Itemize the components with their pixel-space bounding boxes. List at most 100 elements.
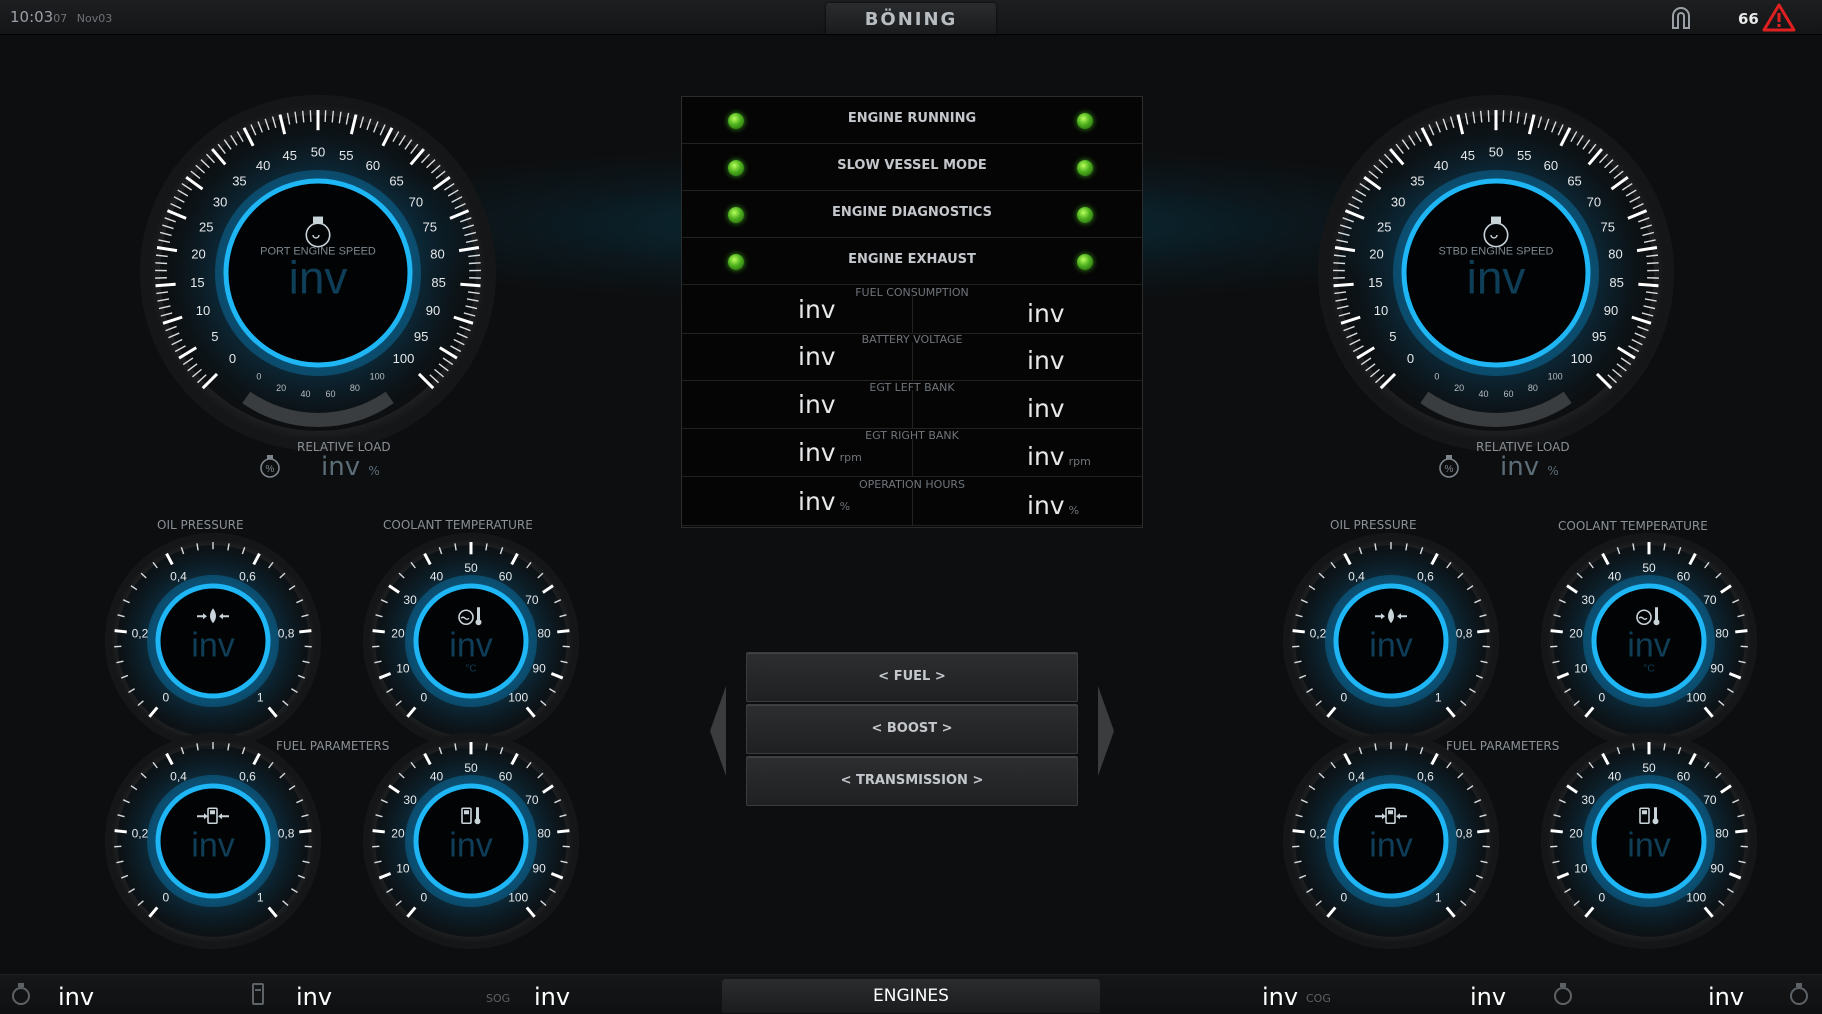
gauge-tick-label: 40 <box>430 769 444 783</box>
fuel-pump-icon <box>246 980 272 1008</box>
data-row: EGT RIGHT BANK invrpm invrpm <box>682 428 1142 477</box>
gauge-tick-label: 70 <box>525 593 539 607</box>
gauge-tick-label: 10 <box>196 303 210 318</box>
gauge-major-tick <box>1477 831 1489 832</box>
gauge-tick-label: 0,2 <box>132 827 149 841</box>
gauge-major-tick <box>1293 631 1305 632</box>
gauge-major-tick <box>1477 631 1489 632</box>
gauge-major-tick <box>1551 831 1563 832</box>
warning-triangle-icon[interactable] <box>1762 2 1796 32</box>
gauge-tick-label: 45 <box>283 148 297 163</box>
gauge-value: inv <box>191 626 234 664</box>
load-unit: % <box>368 464 379 478</box>
gauge-major-tick <box>557 831 569 832</box>
value-unit: rpm <box>1069 455 1091 468</box>
alarm-count[interactable]: 66 <box>1738 10 1759 28</box>
gauge-tick-label: 0,8 <box>278 627 295 641</box>
transmission-button[interactable]: < TRANSMISSION > <box>746 756 1078 806</box>
gauge-tick-label: 15 <box>1368 275 1382 290</box>
data-row: FUEL CONSUMPTION inv inv <box>682 285 1142 334</box>
gauge-tick-label: 20 <box>1569 827 1583 841</box>
gauge-tick-label: 80 <box>1608 247 1622 262</box>
engine-status-panel: ENGINE RUNNING SLOW VESSEL MODE ENGINE D… <box>681 96 1143 528</box>
gauge-tick-label: 85 <box>1609 275 1623 290</box>
gauge-tick-label: 70 <box>1703 593 1717 607</box>
stbd-status-led <box>1077 113 1093 129</box>
gauge-minor-tick <box>310 110 311 122</box>
gauge-tick-label: 35 <box>1410 174 1424 189</box>
brand-logo: BÖNING <box>826 9 996 30</box>
divider <box>912 487 913 525</box>
gauge-minor-tick <box>1647 263 1659 264</box>
next-page-arrow[interactable] <box>1096 684 1116 778</box>
gauge-value: inv <box>1369 626 1412 664</box>
previous-page-arrow[interactable] <box>708 684 728 778</box>
gauge-value: inv <box>1627 826 1670 864</box>
stbd-coolant-temperature-label: COOLANT TEMPERATURE <box>1558 519 1708 533</box>
stbd-fuel-parameters-label: FUEL PARAMETERS <box>1446 739 1559 753</box>
gauge-tick-label: 0,8 <box>278 827 295 841</box>
gauge-tick-label: 0,2 <box>1310 627 1327 641</box>
gauge-tick-label: 0 <box>162 890 169 904</box>
load-tick-label: 20 <box>276 383 286 393</box>
gauge-tick-label: 95 <box>414 329 428 344</box>
gauge-value: inv <box>449 826 492 864</box>
status-label: ENGINE RUNNING <box>682 111 1142 126</box>
gauge-tick-label: 85 <box>431 275 445 290</box>
gauge-tick-label: 1 <box>257 890 264 904</box>
gauge-tick-label: 50 <box>1642 761 1656 775</box>
status-label: ENGINE DIAGNOSTICS <box>682 205 1142 220</box>
fuel-button[interactable]: < FUEL > <box>746 652 1078 702</box>
value-number: inv <box>1027 394 1065 423</box>
gauge-tick-label: 20 <box>191 247 205 262</box>
gauge-major-tick <box>115 631 127 632</box>
gauge-tick-label: 60 <box>1677 769 1691 783</box>
gauge-tick-label: 70 <box>525 793 539 807</box>
gauge-major-tick <box>299 631 311 632</box>
gauge-unit: °C <box>1643 663 1654 674</box>
gauge-tick-label: 40 <box>430 569 444 583</box>
value-unit: % <box>840 500 850 513</box>
clock-date: Nov03 <box>77 12 112 25</box>
port-relative-load-value: inv % <box>321 452 380 482</box>
data-row: OPERATION HOURS inv% inv% <box>682 477 1142 526</box>
status-row: ENGINE RUNNING <box>682 97 1142 144</box>
load-value-number: inv <box>1500 452 1539 482</box>
gauge-minor-tick <box>1503 110 1504 122</box>
port-data-value: inv <box>798 342 840 371</box>
stbd-status-led <box>1077 254 1093 270</box>
gauge-tick-label: 40 <box>1608 569 1622 583</box>
gauge-tick-label: 60 <box>366 158 380 173</box>
gauge-major-tick <box>460 284 480 286</box>
port-fuel-parameters-label: FUEL PARAMETERS <box>276 739 389 753</box>
gauge-tick-label: 0,4 <box>1348 769 1365 783</box>
value-unit: % <box>1069 504 1079 517</box>
gauge-major-tick <box>115 831 127 832</box>
gauge-tick-label: 50 <box>1489 145 1503 160</box>
gauge-value: inv <box>1467 252 1526 304</box>
gauge-minor-tick <box>325 110 326 122</box>
gauge-tick-label: 95 <box>1592 329 1606 344</box>
divider <box>912 390 913 428</box>
gauge-tick-label: 90 <box>426 303 440 318</box>
gauge-tick-label: 0,2 <box>1310 827 1327 841</box>
boost-button[interactable]: < BOOST > <box>746 704 1078 754</box>
svg-text:%: % <box>1445 464 1454 475</box>
gauge-tick-label: 45 <box>1461 148 1475 163</box>
gauge-value: inv <box>1369 826 1412 864</box>
gauge-tick-label: 70 <box>1587 194 1601 209</box>
gauge-tick-label: 55 <box>339 148 353 163</box>
gauge-tick-label: 80 <box>1715 827 1729 841</box>
load-arc <box>246 397 389 420</box>
magnet-icon[interactable] <box>1668 4 1694 30</box>
load-tick-label: 40 <box>1478 389 1488 399</box>
gauge-tick-label: 30 <box>1581 593 1595 607</box>
page-title: ENGINES <box>722 986 1100 1006</box>
gauge-tick-label: 55 <box>1517 148 1531 163</box>
value-number: inv <box>1027 299 1065 328</box>
stbd-data-value: inv <box>1027 346 1069 375</box>
gauge-tick-label: 0,6 <box>1417 769 1434 783</box>
gauge-tick-label: 80 <box>430 247 444 262</box>
load-tick-label: 20 <box>1454 383 1464 393</box>
load-arc <box>1424 397 1567 420</box>
